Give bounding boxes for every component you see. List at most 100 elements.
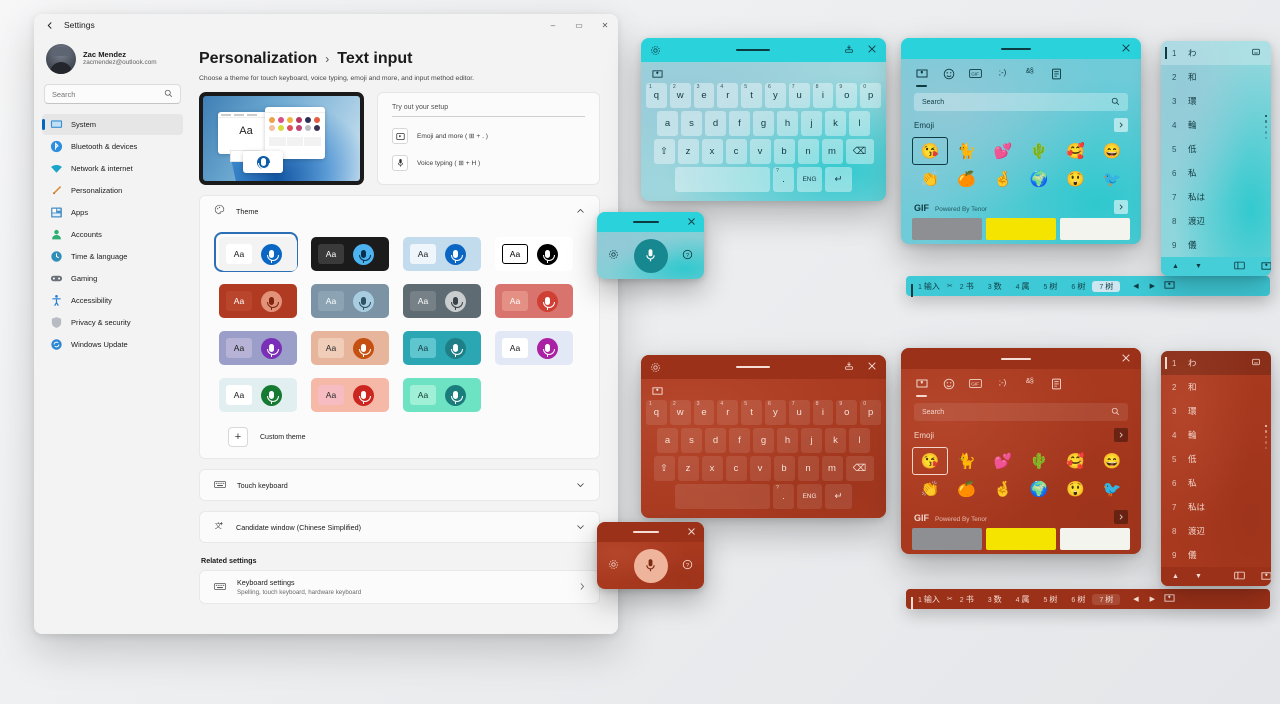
emoji-cell[interactable]: 😄	[1094, 137, 1130, 165]
theme-card-header[interactable]: Theme	[200, 196, 599, 226]
theme-option-light-blue[interactable]: Aa	[398, 232, 482, 272]
emoji-cell[interactable]: 🥰	[1057, 447, 1093, 475]
sidebar-item-gaming[interactable]: Gaming	[42, 268, 183, 289]
candidate-row[interactable]: 1わ	[1161, 41, 1271, 65]
theme-option-brick-red[interactable]: Aa	[214, 279, 298, 319]
key-f[interactable]: f	[729, 111, 750, 136]
chevron-up-icon[interactable]	[576, 207, 585, 216]
key-s[interactable]: s	[681, 111, 702, 136]
gif-thumbnail[interactable]	[1060, 528, 1130, 550]
theme-option-default-light[interactable]: Aa	[214, 232, 298, 272]
key-a[interactable]: a	[657, 428, 678, 453]
enter-key[interactable]: ↵	[825, 167, 852, 192]
gif-more-button[interactable]	[1114, 510, 1128, 524]
key-h[interactable]: h	[777, 428, 798, 453]
theme-option-peach-sand[interactable]: Aa	[306, 326, 390, 366]
microphone-button[interactable]	[633, 238, 668, 273]
keyboard-settings-link[interactable]: Keyboard settings Spelling, touch keyboa…	[199, 570, 600, 604]
key-w[interactable]: 2w	[669, 83, 691, 108]
kaomoji-icon[interactable]: ;-)	[995, 378, 1010, 395]
candidate-row[interactable]: 6私	[1161, 471, 1271, 495]
gif-icon[interactable]: GIF	[968, 68, 983, 85]
emoji-heart-icon[interactable]	[1261, 261, 1271, 273]
ime-candidate[interactable]: 6树	[1064, 594, 1092, 605]
custom-theme-row[interactable]: + Custom theme	[200, 419, 599, 458]
emoji-heart-icon[interactable]	[650, 384, 665, 397]
key-g[interactable]: g	[753, 428, 774, 453]
sidebar-item-system[interactable]: System	[42, 114, 183, 135]
ime-candidate[interactable]: 5树	[1037, 594, 1065, 605]
emoji-cell[interactable]: 🥰	[1057, 137, 1093, 165]
emoji-heart-icon[interactable]	[1261, 571, 1271, 583]
shift-key[interactable]: ⇧	[653, 139, 675, 164]
key-e[interactable]: 3e	[693, 400, 715, 425]
key-k[interactable]: k	[825, 111, 846, 136]
key-q[interactable]: 1q	[646, 83, 667, 108]
drag-handle[interactable]	[911, 47, 1121, 50]
previous-button[interactable]: ◀	[1133, 595, 1138, 603]
scroll-up-button[interactable]: ▲	[1172, 573, 1179, 580]
gif-more-button[interactable]	[1114, 200, 1128, 214]
candidate-row[interactable]: 8 渡辺	[1161, 519, 1271, 543]
scroll-down-button[interactable]: ▼	[1195, 263, 1202, 270]
theme-option-sunset[interactable]: Aa	[490, 279, 574, 319]
ime-candidate[interactable]: 3数	[981, 281, 1009, 292]
theme-option-pale-violet[interactable]: Aa	[490, 326, 574, 366]
key-d[interactable]: d	[705, 111, 726, 136]
sidebar-item-bluetooth-devices[interactable]: Bluetooth & devices	[42, 136, 183, 157]
theme-option-mint-white[interactable]: Aa	[214, 373, 298, 413]
candidate-row[interactable]: 3環	[1161, 89, 1271, 113]
emoji-cell[interactable]: 🤞	[985, 165, 1021, 193]
sidebar-item-network-internet[interactable]: Network & internet	[42, 158, 183, 179]
theme-option-slate-blue[interactable]: Aa	[306, 279, 390, 319]
gif-thumbnail[interactable]	[912, 218, 982, 240]
emoji-cell[interactable]: 👏	[912, 475, 948, 503]
keyboard-mini-icon[interactable]	[1252, 48, 1260, 58]
close-icon[interactable]	[867, 41, 877, 59]
candidate-row[interactable]: 9儀	[1161, 233, 1271, 257]
key-v[interactable]: v	[749, 139, 771, 164]
key-c[interactable]: c	[725, 139, 747, 164]
key-u[interactable]: 7u	[788, 400, 810, 425]
breadcrumb-parent[interactable]: Personalization	[199, 50, 317, 68]
emoji-cell[interactable]: 🤞	[985, 475, 1021, 503]
key-q[interactable]: 1q	[646, 400, 667, 425]
recent-heart-icon[interactable]	[914, 378, 929, 397]
add-custom-theme-button[interactable]: +	[228, 427, 248, 447]
key-k[interactable]: k	[825, 428, 846, 453]
key-l[interactable]: l	[849, 428, 870, 453]
key-z[interactable]: z	[677, 456, 699, 481]
keyboard-mini-icon[interactable]	[1252, 358, 1260, 368]
candidate-row[interactable]: 4輪	[1161, 113, 1271, 137]
theme-option-teal-crystal[interactable]: Aa	[398, 326, 482, 366]
theme-option-lilac-wave[interactable]: Aa	[214, 326, 298, 366]
theme-option-dark[interactable]: Aa	[306, 232, 390, 272]
key-v[interactable]: v	[749, 456, 771, 481]
chevron-down-icon[interactable]	[576, 523, 585, 532]
key-n[interactable]: n	[797, 456, 819, 481]
key-e[interactable]: 3e	[693, 83, 715, 108]
emoji-cell[interactable]: 🐦	[1094, 475, 1130, 503]
gif-thumbnail[interactable]	[1060, 218, 1130, 240]
emoji-cell[interactable]: 💕	[985, 137, 1021, 165]
help-icon[interactable]: ?	[682, 249, 693, 263]
key-i[interactable]: 8i	[812, 400, 834, 425]
candidate-row[interactable]: 8 渡辺	[1161, 209, 1271, 233]
scroll-up-button[interactable]: ▲	[1172, 263, 1179, 270]
candidate-row[interactable]: 4輪	[1161, 423, 1271, 447]
expand-icon[interactable]	[1234, 571, 1245, 582]
drag-handle[interactable]	[605, 531, 687, 533]
emoji-smiley-icon[interactable]	[941, 68, 956, 85]
previous-button[interactable]: ◀	[1133, 282, 1138, 290]
punctuation-key[interactable]: ?.	[773, 167, 794, 192]
sidebar-item-windows-update[interactable]: Windows Update	[42, 334, 183, 355]
candidate-row[interactable]: 6私	[1161, 161, 1271, 185]
close-icon[interactable]	[687, 527, 696, 538]
scroll-down-button[interactable]: ▼	[1195, 573, 1202, 580]
key-f[interactable]: f	[729, 428, 750, 453]
key-i[interactable]: 8i	[812, 83, 834, 108]
gear-icon[interactable]	[608, 249, 619, 263]
emoji-cell[interactable]: 😄	[1094, 447, 1130, 475]
candidate-row[interactable]: 3環	[1161, 399, 1271, 423]
emoji-heart-icon[interactable]	[650, 67, 665, 80]
